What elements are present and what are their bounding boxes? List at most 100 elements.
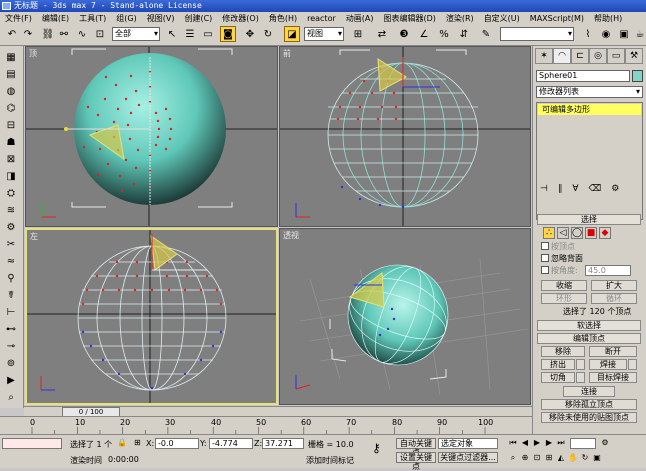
render-scene-icon[interactable]: ▣ [616, 26, 632, 42]
element-level-icon[interactable]: ◆ [599, 227, 611, 239]
angle-spinner[interactable]: 45.0 [585, 265, 631, 276]
add-time-tag[interactable]: 添加时间标记 [306, 455, 354, 466]
weld-button[interactable]: 焊接 [589, 359, 627, 370]
snap-icon[interactable]: ❸ [396, 26, 412, 42]
vertex-level-icon[interactable]: ∴ [543, 227, 555, 239]
rope-icon[interactable]: ⌬ [3, 101, 19, 116]
window-crossing-icon[interactable]: ◙ [220, 26, 236, 42]
connect-button[interactable]: 连接 [563, 386, 615, 397]
menu-maxscript[interactable]: MAXScript(M) [525, 14, 589, 23]
hierarchy-tab-icon[interactable]: ⊏ [571, 48, 589, 64]
pivot-icon[interactable]: ⊞ [350, 26, 366, 42]
mirror-icon[interactable]: ⇄ [374, 26, 390, 42]
scale-icon[interactable]: ◪ [284, 26, 300, 42]
plane-icon[interactable]: ☗ [3, 135, 19, 150]
rigid-body-icon[interactable]: ▦ [3, 50, 19, 65]
current-frame-field[interactable] [570, 438, 596, 449]
percent-snap-icon[interactable]: % [436, 26, 452, 42]
viewport-left[interactable]: 左 [25, 228, 278, 405]
dashpot-icon[interactable]: ◨ [3, 169, 19, 184]
time-slider-track[interactable]: 0 / 100 [24, 406, 532, 417]
loop-button[interactable]: 循环 [591, 293, 637, 304]
motion-tab-icon[interactable]: ◎ [589, 48, 607, 64]
utilities-tab-icon[interactable]: ⚒ [625, 48, 643, 64]
edit-vertices-rollout-header[interactable]: 编辑顶点 [537, 333, 641, 344]
viewport-perspective[interactable]: 透视 [279, 228, 531, 405]
display-tab-icon[interactable]: ▭ [607, 48, 625, 64]
selection-rollout-header[interactable]: 选择 [537, 214, 641, 225]
viewport-top[interactable]: 顶 [25, 46, 278, 227]
point-to-point-icon[interactable]: ⊷ [3, 322, 19, 337]
menu-tools[interactable]: 工具(T) [74, 13, 111, 24]
named-selection-sets-dropdown[interactable] [500, 27, 574, 41]
ignore-backfacing-checkbox[interactable]: 忽略背面 [541, 254, 583, 264]
move-icon[interactable]: ✥ [242, 26, 258, 42]
spring-icon[interactable]: ⊠ [3, 152, 19, 167]
water-icon[interactable]: ≈ [3, 254, 19, 269]
break-button[interactable]: 断开 [589, 346, 637, 357]
undo-icon[interactable]: ↶ [4, 26, 20, 42]
modify-tab-icon[interactable]: ◠ [553, 48, 571, 64]
bind-space-warp-icon[interactable]: ∿ [74, 26, 90, 42]
menu-edit[interactable]: 编辑(E) [37, 13, 74, 24]
wind-icon[interactable]: ≋ [3, 203, 19, 218]
pan-icon[interactable]: ✋ [568, 453, 578, 463]
car-wheel-icon[interactable]: ⊚ [3, 356, 19, 371]
select-by-name-icon[interactable]: ☰ [182, 26, 198, 42]
material-editor-icon[interactable]: ◉ [598, 26, 614, 42]
link-icon[interactable]: ⛓ [40, 26, 56, 42]
spinner-snap-icon[interactable]: ⇵ [456, 26, 472, 42]
selection-filter-dropdown[interactable]: 全部 [112, 27, 160, 41]
viewport-front[interactable]: 前 [279, 46, 531, 227]
maximize-viewport-icon[interactable]: ▣ [592, 453, 602, 463]
curve-editor-icon[interactable]: ⌇ [580, 26, 596, 42]
time-config-icon[interactable]: ⚙ [600, 438, 610, 448]
key-filters-button[interactable]: 关键点过滤器... [438, 452, 498, 463]
polygon-level-icon[interactable]: ■ [585, 227, 597, 239]
go-to-start-icon[interactable]: ⏮ [508, 438, 518, 448]
modifier-list-dropdown[interactable]: 修改器列表 [536, 86, 643, 98]
remove-button[interactable]: 移除 [541, 346, 585, 357]
shrink-button[interactable]: 收缩 [541, 280, 587, 291]
analyze-icon[interactable]: ⌕ [3, 390, 19, 405]
by-angle-checkbox[interactable]: 按角度: [541, 266, 578, 276]
rect-region-icon[interactable]: ▭ [200, 26, 216, 42]
auto-key-button[interactable]: 自动关键点 [396, 438, 436, 457]
lock-selection-icon[interactable]: 🔒 [117, 438, 127, 447]
menu-graph-editors[interactable]: 图表编辑器(D) [378, 13, 440, 24]
rag-doll-icon[interactable]: ☤ [3, 288, 19, 303]
menu-views[interactable]: 视图(V) [142, 13, 180, 24]
track-bar[interactable]: 0 10 20 30 40 50 60 70 80 90 100 [0, 416, 532, 434]
field-of-view-icon[interactable]: ◭ [556, 453, 566, 463]
remove-isolated-vertices-button[interactable]: 移除孤立顶点 [541, 399, 637, 410]
hinge-icon[interactable]: ⊢ [3, 305, 19, 320]
cloth-icon[interactable]: ▤ [3, 67, 19, 82]
remove-unused-map-verts-button[interactable]: 移除未使用的贴图顶点 [541, 412, 637, 423]
set-key-button[interactable]: 设置关键点 [396, 452, 436, 471]
motor-icon[interactable]: ⛭ [3, 186, 19, 201]
soft-body-icon[interactable]: ◍ [3, 84, 19, 99]
target-weld-button[interactable]: 目标焊接 [589, 372, 637, 383]
grow-button[interactable]: 扩大 [591, 280, 637, 291]
rotate-icon[interactable]: ↻ [260, 26, 276, 42]
next-frame-icon[interactable]: ▶ [544, 438, 554, 448]
remove-modifier-icon[interactable]: ⌫ [589, 184, 602, 198]
preview-icon[interactable]: ▶ [3, 373, 19, 388]
prismatic-icon[interactable]: ⊸ [3, 339, 19, 354]
menu-customize[interactable]: 自定义(U) [479, 13, 525, 24]
key-mode-dropdown[interactable]: 选定对象 [438, 438, 498, 449]
go-to-end-icon[interactable]: ⏭ [556, 438, 566, 448]
show-end-result-icon[interactable]: ∥ [558, 184, 563, 198]
create-tab-icon[interactable]: ✶ [535, 48, 553, 64]
z-coordinate[interactable]: 37.271 [262, 438, 304, 449]
edge-level-icon[interactable]: ◁ [557, 227, 569, 239]
zoom-extents-all-icon[interactable]: ⊞ [544, 453, 554, 463]
make-unique-icon[interactable]: ∀ [572, 184, 578, 198]
select-filter-icon[interactable]: ⊡ [92, 26, 108, 42]
pin-stack-icon[interactable]: ⊣ [540, 184, 548, 198]
arc-rotate-icon[interactable]: ↻ [580, 453, 590, 463]
ring-button[interactable]: 环形 [541, 293, 587, 304]
menu-modifiers[interactable]: 修改器(O) [217, 13, 264, 24]
deforming-mesh-icon[interactable]: ⊟ [3, 118, 19, 133]
fracture-icon[interactable]: ✂ [3, 237, 19, 252]
